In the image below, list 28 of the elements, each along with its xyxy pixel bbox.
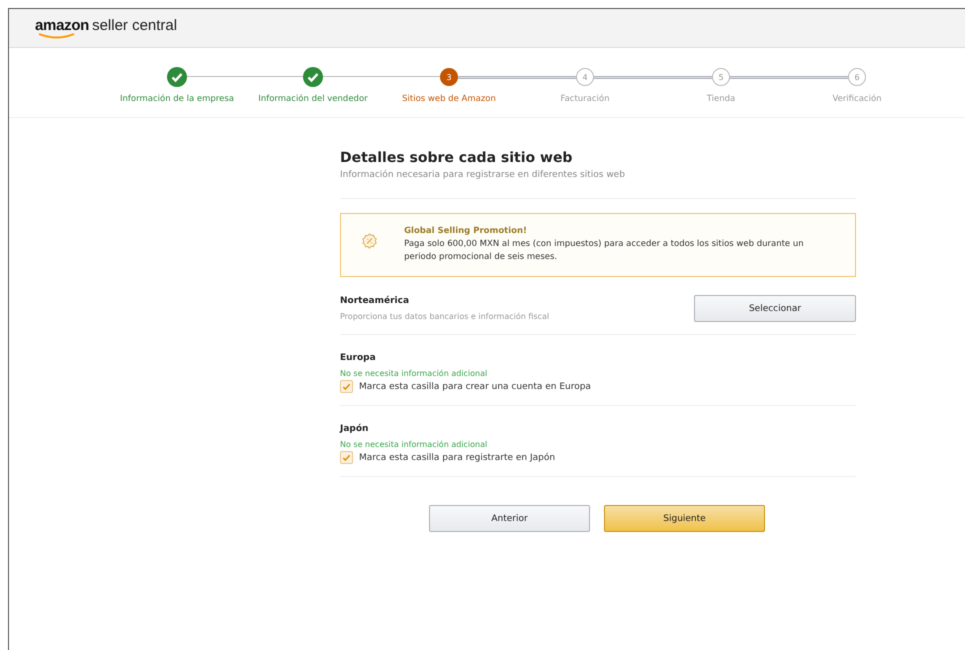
back-button[interactable]: Anterior bbox=[429, 505, 590, 532]
checkbox-label: Marca esta casilla para crear una cuenta en Europa bbox=[359, 382, 591, 392]
checkbox-label: Marca esta casilla para registrarte en Japón bbox=[359, 452, 556, 463]
step-label[interactable]: Facturación bbox=[560, 94, 610, 104]
region-name: Japón bbox=[340, 424, 370, 434]
section-title: Detalles sobre cada sitio web bbox=[340, 150, 574, 166]
step-number: 4 bbox=[576, 68, 594, 86]
step-label[interactable]: Sitios web de Amazon bbox=[402, 94, 496, 104]
promo-title: Global Selling Promotion! bbox=[404, 226, 528, 236]
region-note: No se necesita información adicional bbox=[340, 440, 488, 450]
step-number: 6 bbox=[848, 68, 866, 86]
step-label[interactable]: Verificación bbox=[832, 94, 882, 104]
region-name: Norteamérica bbox=[340, 296, 410, 306]
step-number: 3 bbox=[440, 68, 458, 86]
step-label[interactable]: Información del vendedor bbox=[258, 94, 368, 104]
promo-text: Paga solo 600,00 MXN al mes (con impuestos) para acceder a todos los sitios web durante un periodo promocional de seis meses. bbox=[404, 238, 805, 264]
step-label[interactable]: Tienda bbox=[706, 94, 736, 104]
region-note: No se necesita información adicional bbox=[340, 369, 488, 378]
region-description: Proporciona tus datos bancarios e información fiscal bbox=[340, 312, 550, 322]
checkbox[interactable] bbox=[340, 451, 353, 464]
select-button[interactable]: Seleccionar bbox=[694, 295, 856, 322]
step-label[interactable]: Información de la empresa bbox=[120, 94, 234, 104]
logo[interactable]: amazon seller central bbox=[35, 16, 178, 40]
section-subtitle: Información necesaria para registrarse en diferentes sitios web bbox=[340, 170, 626, 180]
next-button[interactable]: Siguiente bbox=[604, 505, 765, 532]
region-name: Europa bbox=[340, 353, 377, 364]
step-number: 5 bbox=[712, 68, 730, 86]
checkbox[interactable] bbox=[340, 380, 353, 394]
